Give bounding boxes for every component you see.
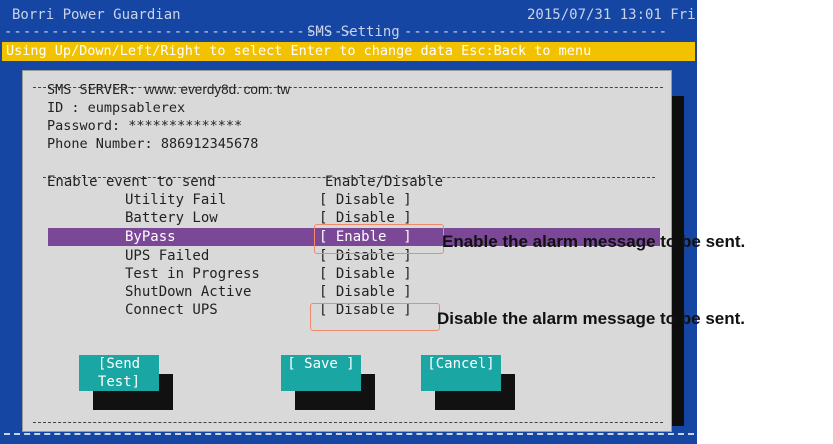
event-utility-fail: Utility Fail [125, 192, 227, 208]
id-label: ID : [47, 100, 80, 116]
section-title: SMS Setting [307, 24, 400, 40]
terminal-screen: Borri Power Guardian 2015/07/31 13:01 Fr… [0, 0, 697, 444]
phone-number-value: 886912345678 [160, 136, 259, 152]
toggle-shutdown-active[interactable]: [ Disable ] [319, 283, 412, 301]
event-bypass: ByPass [125, 229, 176, 245]
event-connect-ups: Connect UPS [125, 302, 218, 318]
enable-callout: Enable the alarm message to be sent. [442, 232, 746, 251]
app-title: Borri Power Guardian [12, 7, 181, 23]
sms-server-label: SMS SERVER: [47, 82, 137, 98]
disable-marker-box [310, 303, 440, 331]
save-button-wrap: [ Save ] [281, 355, 375, 410]
event-shutdown-active: ShutDown Active [125, 284, 252, 300]
toggle-utility-fail[interactable]: [ Disable ] [319, 191, 412, 209]
bottom-dashed-border [4, 433, 694, 435]
scrollbar[interactable] [672, 96, 684, 426]
password-label: Password: [47, 118, 121, 134]
cancel-button[interactable]: [Cancel] [421, 355, 501, 391]
sms-server-field[interactable]: SMS SERVER: www. everdy8d. com. tw [47, 81, 290, 99]
title-bar: Borri Power Guardian 2015/07/31 13:01 Fr… [0, 0, 697, 44]
events-header: Enable event to send [47, 174, 216, 190]
password-field[interactable]: Password: ************** [47, 117, 242, 135]
send-test-button[interactable]: [Send Test] [79, 355, 159, 391]
send-test-button-wrap: [Send Test] [79, 355, 173, 410]
hint-bar: Using Up/Down/Left/Right to select Enter… [2, 42, 695, 61]
title-dash-right: ---------------------------- [404, 24, 669, 40]
datetime-display: 2015/07/31 13:01 Fri [527, 7, 696, 23]
save-button[interactable]: [ Save ] [281, 355, 361, 391]
frame-bottom-border [33, 422, 663, 423]
event-battery-low: Battery Low [125, 210, 218, 226]
event-ups-failed: UPS Failed [125, 248, 210, 264]
id-field[interactable]: ID : eumpsablerex [47, 99, 185, 117]
event-test-in-progress: Test in Progress [125, 266, 260, 282]
sms-server-value: www. everdy8d. com. tw [144, 82, 291, 97]
cancel-button-wrap: [Cancel] [421, 355, 515, 410]
enable-disable-header: Enable/Disable [325, 174, 444, 190]
enable-marker-box [314, 224, 444, 254]
title-dash-left: ------------------------------------- [4, 24, 353, 40]
toggle-test-in-progress[interactable]: [ Disable ] [319, 265, 412, 283]
password-value: ************** [128, 118, 243, 134]
phone-number-label: Phone Number: [47, 136, 153, 152]
id-value: eumpsablerex [87, 100, 186, 116]
disable-callout: Disable the alarm message to be sent. [437, 309, 746, 328]
phone-number-field[interactable]: Phone Number: 886912345678 [47, 135, 258, 153]
